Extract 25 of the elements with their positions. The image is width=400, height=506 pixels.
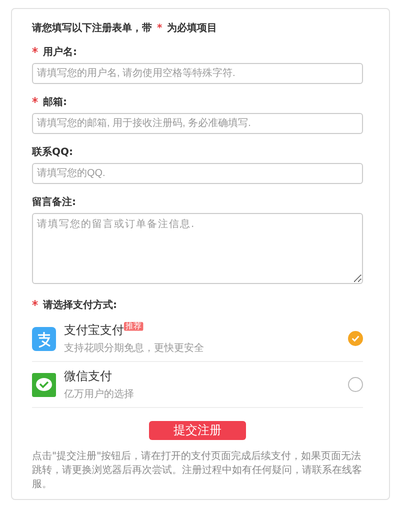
input-field[interactable]: 请填写您的用户名, 请勿使用空格等特殊字符. xyxy=(32,63,363,84)
required-asterisk-icon xyxy=(32,300,38,306)
required-asterisk-icon xyxy=(32,47,38,53)
recommend-badge: 推荐 xyxy=(124,322,144,331)
radio-button[interactable] xyxy=(348,377,363,392)
payment-name[interactable]: 微信支付 xyxy=(64,368,112,385)
required-asterisk-icon xyxy=(32,97,38,103)
payment-description: 支持花呗分期免息，更快更安全 xyxy=(64,342,205,355)
field-label: 联系QQ: xyxy=(32,146,74,159)
payment-name[interactable]: 支付宝支付 xyxy=(64,322,124,339)
input-field[interactable]: 请填写您的QQ. xyxy=(32,163,363,184)
field-label: 邮箱: xyxy=(32,95,363,109)
message-field[interactable]: 请填写您的留言或订单备注信息. xyxy=(32,213,363,284)
field-label: 用户名: xyxy=(32,45,363,59)
payment-logo-icon xyxy=(32,326,56,350)
chat-bubble-icon xyxy=(32,372,56,396)
input-field[interactable]: 请填写您的邮箱, 用于接收注册码, 务必准确填写. xyxy=(32,113,363,134)
payment-description: 亿万用户的选择 xyxy=(64,388,135,401)
radio-button[interactable] xyxy=(348,331,363,346)
submit-button[interactable]: 提交注册 xyxy=(149,421,246,440)
payment-label: 请选择支付方式: xyxy=(32,298,363,312)
check-icon xyxy=(351,334,360,343)
notice-text: 点击"提交注册"按钮后，请在打开的支付页面完成后续支付，如果页面无法跳转，请更换浏览器后再次尝试。注册过程中如有任何疑问，请联系在线客服。 xyxy=(32,450,363,492)
field-label: 留言备注: xyxy=(32,195,77,209)
form-intro: 请您填写以下注册表单，带 * 为必填项目 xyxy=(32,21,218,35)
